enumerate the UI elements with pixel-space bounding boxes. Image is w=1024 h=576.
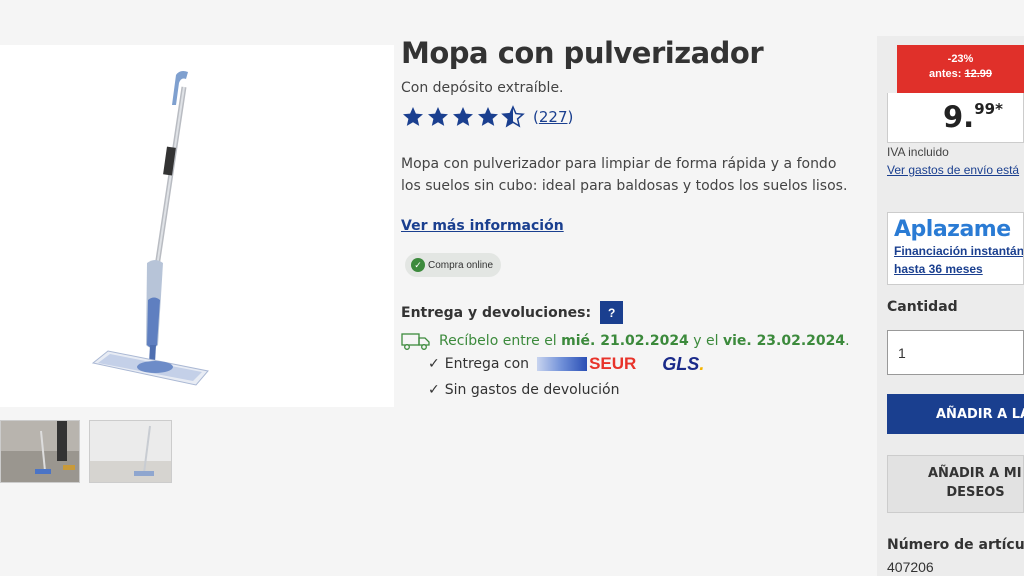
discount-percent: -23% (947, 53, 974, 65)
gls-logo: GLS. (662, 354, 704, 375)
price-box: 9.99* (887, 93, 1024, 143)
article-number: 407206 (887, 559, 934, 575)
purchase-panel: -23% antes: 12.99 9.99* IVA incluido Ver… (877, 36, 1024, 576)
date-connector: y el (693, 333, 719, 349)
receive-prefix: Recíbelo entre el (439, 333, 557, 349)
help-icon[interactable]: ? (600, 301, 624, 324)
product-title: Mopa con pulverizador (401, 36, 764, 70)
review-count[interactable]: (227) (533, 108, 573, 126)
discount-badge: -23% antes: 12.99 (897, 45, 1024, 93)
star-icon (478, 107, 498, 126)
date-from: mié. 21.02.2024 (561, 333, 689, 349)
price-decimals: 99* (974, 100, 1003, 118)
gls-dot: . (699, 353, 705, 374)
mop-image (91, 71, 209, 386)
seur-bar (537, 357, 588, 371)
delivery-estimate: Recíbelo entre el mié. 21.02.2024 y el v… (401, 331, 851, 351)
product-description: Mopa con pulverizador para limpiar de fo… (401, 156, 848, 194)
quantity-value: 1 (898, 344, 906, 361)
add-to-wishlist-button[interactable]: AÑADIR A MI LI DESEOS (887, 455, 1024, 513)
delivery-dates: Recíbelo entre el mié. 21.02.2024 y el v… (439, 333, 850, 349)
price-integer: 9. (943, 100, 975, 134)
returns-text: Sin gastos de devolución (444, 382, 620, 398)
article-number-label: Número de artículo: (887, 537, 1024, 553)
wishlist-line-2: DESEOS (946, 485, 1005, 500)
product-info: Mopa con pulverizador Con depósito extra… (401, 36, 851, 403)
quantity-input[interactable]: 1 (887, 330, 1024, 375)
thumbnail-mop-image (90, 421, 171, 482)
wishlist-line-1: AÑADIR A MI LI (928, 466, 1023, 481)
old-price: 12.99 (964, 68, 992, 80)
gls-text: GLS (662, 353, 700, 374)
star-icon (453, 107, 473, 126)
online-purchase-badge: ✓ Compra online (405, 253, 502, 277)
truck-icon (401, 333, 430, 350)
carrier-line: ✓ Entrega con SEUR GLS. (428, 351, 851, 377)
old-price-line: antes: 12.99 (897, 67, 1024, 82)
current-price: 9.99* (943, 100, 1003, 134)
product-subtitle: Con depósito extraíble. (401, 80, 564, 96)
thumbnail-floor-image (1, 421, 79, 482)
date-period: . (845, 333, 850, 349)
star-half-icon (501, 105, 525, 128)
rating[interactable]: (227) (401, 104, 851, 130)
aplazame-line-1[interactable]: Financiación instantán (894, 242, 1023, 260)
star-rating (401, 105, 525, 129)
star-icon (428, 107, 448, 126)
tick-icon: ✓ (428, 356, 440, 372)
more-info-link[interactable]: Ver más información (401, 218, 564, 234)
thumbnail-2[interactable] (89, 420, 172, 483)
delivery-heading: Entrega y devoluciones: ? (401, 301, 851, 324)
add-to-cart-button[interactable]: AÑADIR A LA C (887, 394, 1024, 434)
review-count-link[interactable]: 227 (539, 108, 568, 126)
aplazame-logo: Aplazame (894, 217, 1011, 242)
returns-line: ✓ Sin gastos de devolución (428, 377, 851, 403)
check-circle-icon: ✓ (411, 258, 425, 272)
online-badge-label: Compra online (428, 259, 494, 271)
carrier-label: Entrega con (444, 356, 530, 372)
product-main-image[interactable] (0, 45, 394, 407)
date-to: vie. 23.02.2024 (722, 333, 846, 349)
seur-text: SEUR (589, 354, 637, 373)
tick-icon: ✓ (428, 382, 440, 398)
thumbnail-1[interactable] (0, 420, 80, 483)
aplazame-financing[interactable]: Aplazame Financiación instantán hasta 36… (887, 212, 1024, 285)
quantity-label: Cantidad (887, 299, 958, 315)
shipping-costs-link[interactable]: Ver gastos de envío está (887, 163, 1019, 177)
delivery-heading-text: Entrega y devoluciones: (401, 304, 592, 321)
vat-note: IVA incluido (887, 145, 949, 159)
seur-logo: SEUR (537, 354, 636, 374)
aplazame-line-2[interactable]: hasta 36 meses (894, 260, 1017, 278)
star-icon (403, 107, 423, 126)
before-label: antes: (929, 68, 962, 80)
